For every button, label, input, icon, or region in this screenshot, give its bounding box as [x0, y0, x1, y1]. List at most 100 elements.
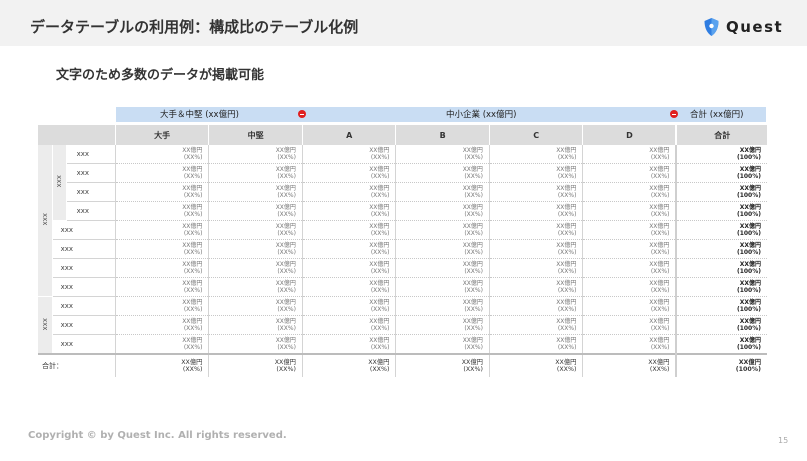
value-cell: XX億円 (XX%)	[114, 296, 209, 316]
amount-text: XX億円	[462, 165, 483, 173]
column-header: B	[395, 125, 490, 145]
value-cell: XX億円 (XX%)	[301, 258, 396, 278]
value-cell: XX億円 (XX%)	[395, 201, 490, 221]
share-text: (XX%)	[650, 211, 670, 218]
amount-text: XX億円	[648, 358, 670, 366]
value-cell: XX億円 (XX%)	[395, 163, 490, 183]
value-cell: XX億円 (XX%)	[301, 239, 396, 259]
value-cell: XX億円 (XX%)	[582, 163, 677, 183]
row-label: xxx	[52, 315, 116, 335]
value-cell: XX億円 (XX%)	[208, 353, 303, 377]
amount-text: XX億円	[739, 317, 761, 325]
amount-text: XX億円	[275, 279, 296, 287]
share-text: (XX%)	[182, 366, 203, 373]
amount-text: XX億円	[739, 260, 761, 268]
value-cell: XX億円 (XX%)	[488, 163, 583, 183]
value-cell: XX億円 (XX%)	[582, 201, 677, 221]
outer-group-cell: xxx	[38, 296, 53, 355]
amount-text: XX億円	[739, 203, 761, 211]
share-text: (XX%)	[183, 287, 203, 294]
page-number: 15	[778, 436, 789, 445]
table-row: xxx XX億円 (XX%) XX億円 (XX%) XX億円 (XX%) XX億円 (XX%) X…	[38, 201, 767, 221]
share-text: (XX%)	[557, 230, 577, 237]
amount-text: XX億円	[275, 146, 296, 154]
column-header: C	[488, 125, 583, 145]
value-cell: XX億円 (XX%)	[208, 145, 303, 164]
header-bar: データテーブルの利用例：構成比のテーブル化例 Quest	[0, 0, 807, 46]
amount-text: XX億円	[739, 222, 761, 230]
value-cell: XX億円 (XX%)	[208, 239, 303, 259]
amount-text: XX億円	[368, 358, 390, 366]
amount-text: XX億円	[275, 336, 296, 344]
column-header: 中堅	[208, 125, 303, 145]
share-text: (XX%)	[277, 344, 296, 351]
share-text: (XX%)	[650, 154, 670, 161]
amount-text: XX億円	[556, 298, 577, 306]
column-header: D	[582, 125, 677, 145]
amount-text: XX億円	[649, 203, 670, 211]
amount-text: XX億円	[275, 241, 296, 249]
share-text: (XX%)	[183, 230, 203, 237]
total-value-cell: XX億円 (100%)	[675, 239, 767, 259]
value-cell: XX億円 (XX%)	[582, 258, 677, 278]
inner-group-cell-label: xxx	[55, 175, 64, 188]
amount-text: XX億円	[369, 165, 390, 173]
row-label: xxx	[52, 334, 116, 355]
share-text: (XX%)	[183, 173, 203, 180]
table-row: xxx XX億円 (XX%) XX億円 (XX%) XX億円 (XX%) XX億円 (XX%) X…	[38, 277, 767, 297]
value-cell: XX億円 (XX%)	[488, 296, 583, 316]
amount-text: XX億円	[182, 279, 203, 287]
table-row: xxx XX億円 (XX%) XX億円 (XX%) XX億円 (XX%) XX億円 (XX%) X…	[38, 315, 767, 335]
amount-text: XX億円	[739, 279, 761, 287]
value-cell: XX億円 (XX%)	[488, 353, 583, 377]
value-cell: XX億円 (XX%)	[114, 334, 209, 355]
amount-text: XX億円	[182, 317, 203, 325]
amount-text: XX億円	[556, 222, 577, 230]
share-text: (XX%)	[464, 344, 483, 351]
value-cell: XX億円 (XX%)	[114, 239, 209, 259]
value-cell: XX億円 (XX%)	[301, 163, 396, 183]
amount-text: XX億円	[556, 260, 577, 268]
share-text: (XX%)	[277, 306, 296, 313]
value-cell: XX億円 (XX%)	[582, 296, 677, 316]
amount-text: XX億円	[739, 298, 761, 306]
amount-text: XX億円	[649, 317, 670, 325]
share-text: (XX%)	[183, 192, 203, 199]
value-cell: XX億円 (XX%)	[114, 201, 209, 221]
total-value-cell: XX億円 (100%)	[675, 277, 767, 297]
table-row: xxx XX億円 (XX%) XX億円 (XX%) XX億円 (XX%) XX億円 (XX%) X…	[38, 239, 767, 259]
value-cell: XX億円 (XX%)	[301, 353, 396, 377]
row-label: xxx	[52, 258, 116, 278]
amount-text: XX億円	[738, 358, 761, 366]
value-cell: XX億円 (XX%)	[208, 277, 303, 297]
summary-row: 合計： XX億円 (XX%) XX億円 (XX%) XX億円 (XX%) XX億円 (XX%) X…	[38, 353, 767, 377]
table-row: xxx XX億円 (XX%) XX億円 (XX%) XX億円 (XX%) XX億円 (XX%) X…	[38, 163, 767, 183]
amount-text: XX億円	[555, 358, 577, 366]
column-group-header-bar: 大手＆中堅 (xx億円) 中小企業 (xx億円) 合計 (xx億円)	[116, 107, 766, 122]
table-row: xxx xxx XX億円 (XX%) XX億円 (XX%) XX億円 (XX%) XX億円 (XX…	[38, 296, 767, 355]
share-text: (XX%)	[464, 211, 483, 218]
amount-text: XX億円	[275, 165, 296, 173]
value-cell: XX億円 (XX%)	[488, 258, 583, 278]
share-text: (XX%)	[183, 249, 203, 256]
quest-shield-logo-icon	[704, 18, 719, 36]
share-text: (XX%)	[370, 230, 390, 237]
share-text: (XX%)	[370, 306, 390, 313]
share-text: (100%)	[736, 287, 761, 294]
share-text: (XX%)	[277, 211, 296, 218]
share-text: (100%)	[736, 344, 761, 351]
amount-text: XX億円	[369, 260, 390, 268]
share-text: (XX%)	[277, 268, 296, 275]
amount-text: XX億円	[275, 222, 296, 230]
share-text: (XX%)	[370, 344, 390, 351]
total-value-cell: XX億円 (100%)	[675, 220, 767, 240]
amount-text: XX億円	[369, 203, 390, 211]
group-label-large-mid: 大手＆中堅 (xx億円)	[160, 110, 239, 120]
table-row: xxx xxx xxx XX億円 (XX%) XX億円 (XX%) XX億円 (XX%) XX億円…	[38, 145, 767, 297]
column-header-row: 大手 中堅 A B C D 合計	[38, 125, 767, 145]
amount-text: XX億円	[649, 165, 670, 173]
summary-label: 合計：	[38, 353, 116, 377]
logo-text: Quest	[726, 18, 784, 36]
amount-text: XX億円	[739, 165, 761, 173]
value-cell: XX億円 (XX%)	[488, 220, 583, 240]
